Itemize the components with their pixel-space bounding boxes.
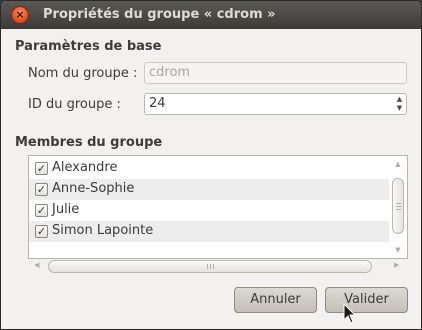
scroll-left-icon[interactable]: ◀ xyxy=(34,261,39,269)
members-list[interactable]: ✓ Alexandre ✓ Anne-Sophie ✓ Julie ✓ Simo… xyxy=(28,155,408,259)
group-name-label: Nom du groupe : xyxy=(28,66,138,81)
list-item[interactable]: ✓ Simon Lapointe xyxy=(29,221,389,242)
scroll-right-icon[interactable]: ▶ xyxy=(394,261,399,269)
list-item[interactable]: ✓ Julie xyxy=(29,200,389,221)
scroll-down-icon[interactable]: ▼ xyxy=(393,246,403,254)
spin-arrows-icon[interactable]: ▲ ▼ xyxy=(394,95,405,113)
member-name: Alexandre xyxy=(52,160,118,175)
list-item[interactable]: ✓ Anne-Sophie xyxy=(29,179,389,200)
group-id-value: 24 xyxy=(149,96,166,111)
vertical-scroll-thumb[interactable] xyxy=(392,178,404,234)
check-icon[interactable]: ✓ xyxy=(35,183,48,196)
group-id-spinner[interactable]: 24 ▲ ▼ xyxy=(144,93,407,115)
member-name: Anne-Sophie xyxy=(52,181,135,196)
horizontal-scroll-thumb[interactable] xyxy=(48,260,372,273)
group-id-label: ID du groupe : xyxy=(28,97,121,112)
check-icon[interactable]: ✓ xyxy=(35,225,48,238)
group-name-field: cdrom xyxy=(144,62,407,84)
group-properties-dialog: × Propriétés du groupe « cdrom » Paramèt… xyxy=(0,0,422,330)
check-icon[interactable]: ✓ xyxy=(35,204,48,217)
cancel-button[interactable]: Annuler xyxy=(234,287,317,313)
list-item[interactable]: ✓ Alexandre xyxy=(29,158,389,179)
member-name: Simon Lapointe xyxy=(52,223,154,238)
title-bar: × Propriétés du groupe « cdrom » xyxy=(1,1,421,29)
member-name: Julie xyxy=(52,202,80,217)
group-members-heading: Membres du groupe xyxy=(15,135,163,150)
vertical-scrollbar[interactable]: ▲ ▼ xyxy=(390,158,406,256)
check-icon[interactable]: ✓ xyxy=(35,162,48,175)
horizontal-scrollbar[interactable]: ◀ ▶ xyxy=(28,259,408,275)
ok-button[interactable]: Valider xyxy=(325,287,408,313)
scroll-up-icon[interactable]: ▲ xyxy=(393,160,403,168)
close-icon[interactable]: × xyxy=(11,6,29,24)
basic-settings-heading: Paramètres de base xyxy=(15,39,162,54)
mouse-pointer-icon xyxy=(343,303,357,324)
window-title: Propriétés du groupe « cdrom » xyxy=(43,7,276,22)
